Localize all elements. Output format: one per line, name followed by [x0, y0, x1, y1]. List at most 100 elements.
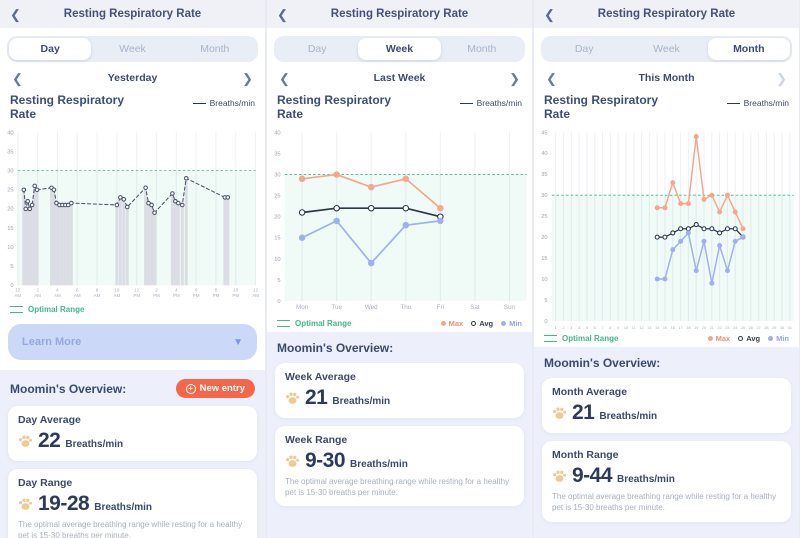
svg-text:28: 28	[764, 326, 768, 330]
tab-day[interactable]: Day	[276, 38, 358, 60]
svg-text:35: 35	[274, 151, 280, 157]
svg-text:15: 15	[663, 326, 667, 330]
legend-max: Max	[441, 319, 464, 328]
line-swatch-icon	[193, 103, 206, 104]
panel-month: ❮ Resting Respiratory Rate Day Week Mont…	[534, 0, 799, 538]
svg-text:13: 13	[647, 326, 651, 330]
prev-period-icon[interactable]: ❮	[279, 72, 290, 85]
chart-legend-row: Optimal Range Max Avg Min	[267, 318, 532, 332]
page-title: Resting Respiratory Rate	[267, 8, 532, 20]
svg-text:AM: AM	[94, 293, 101, 298]
legend-min: Min	[501, 319, 522, 328]
back-icon[interactable]: ❮	[277, 8, 288, 21]
tab-month[interactable]: Month	[441, 38, 523, 60]
svg-text:10: 10	[7, 245, 13, 251]
svg-text:18: 18	[686, 326, 690, 330]
svg-text:27: 27	[757, 326, 761, 330]
svg-text:30: 30	[780, 326, 784, 330]
week-chart: 0510152025303540MonTueWedThuFriSatSun	[267, 124, 532, 318]
tab-day[interactable]: Day	[543, 38, 625, 60]
min-dot-icon	[501, 321, 506, 326]
chevron-down-icon: ▼	[233, 337, 243, 348]
svg-text:40: 40	[274, 130, 280, 136]
max-dot-icon	[708, 336, 713, 341]
avg-dot-icon	[738, 336, 743, 341]
svg-text:10: 10	[624, 326, 628, 330]
svg-text:25: 25	[274, 194, 280, 200]
tab-week[interactable]: Week	[625, 38, 707, 60]
svg-text:35: 35	[541, 172, 547, 178]
learn-more-button[interactable]: Learn More ▼	[8, 324, 257, 360]
learn-more-wrap: Learn More ▼	[0, 318, 265, 370]
chart-title: Resting Respiratory Rate	[544, 94, 664, 122]
svg-text:6: 6	[594, 326, 596, 330]
svg-text:24: 24	[733, 326, 737, 330]
optimal-range-icon	[277, 320, 290, 327]
svg-text:19: 19	[694, 326, 698, 330]
svg-text:30: 30	[541, 193, 547, 199]
svg-text:PM: PM	[153, 293, 160, 298]
back-icon[interactable]: ❮	[544, 8, 555, 21]
svg-text:22: 22	[718, 326, 722, 330]
svg-text:PM: PM	[232, 293, 239, 298]
svg-text:PM: PM	[193, 293, 200, 298]
month-chart: 0510152025303540451234567891011121314151…	[534, 124, 799, 333]
next-period-icon[interactable]: ❯	[242, 72, 253, 85]
unit-legend: Breaths/min	[460, 98, 522, 108]
overview-section: Moomin's Overview: Week Average 21 Breat…	[267, 332, 532, 538]
svg-text:2: 2	[562, 326, 564, 330]
svg-text:17: 17	[678, 326, 682, 330]
tab-day[interactable]: Day	[9, 38, 91, 60]
new-entry-button[interactable]: + New entry	[176, 379, 255, 398]
next-period-icon[interactable]: ❯	[776, 72, 787, 85]
panel-week: ❮ Resting Respiratory Rate Day Week Mont…	[267, 0, 532, 538]
panel-day: ❮ Resting Respiratory Rate Day Week Mont…	[0, 0, 265, 538]
min-dot-icon	[768, 336, 773, 341]
series-legend: Max Avg Min	[708, 334, 789, 343]
svg-text:45: 45	[541, 130, 547, 136]
month-range-card: Month Range 9-44 Breaths/min The optimal…	[542, 441, 791, 522]
day-range-card: Day Range 19-28 Breaths/min The optimal …	[8, 469, 257, 538]
svg-text:AM: AM	[14, 293, 21, 298]
svg-text:40: 40	[7, 130, 13, 136]
chart-legend-row: Optimal Range	[0, 304, 265, 318]
next-period-icon[interactable]: ❯	[509, 72, 520, 85]
svg-text:15: 15	[541, 256, 547, 262]
back-icon[interactable]: ❮	[10, 8, 21, 21]
svg-text:PM: PM	[133, 293, 140, 298]
tab-week[interactable]: Week	[358, 38, 440, 60]
optimal-range-legend: Optimal Range	[544, 334, 618, 343]
legend-avg: Avg	[738, 334, 760, 343]
legend-avg: Avg	[471, 319, 493, 328]
period-navigator: ❮ Yesterday ❯	[0, 66, 265, 90]
svg-text:26: 26	[749, 326, 753, 330]
optimal-range-note: The optimal average breathing range whil…	[285, 477, 514, 499]
period-label: This Month	[557, 72, 776, 84]
svg-text:20: 20	[541, 235, 547, 241]
svg-text:20: 20	[274, 215, 280, 221]
svg-text:20: 20	[7, 207, 13, 213]
app-header: ❮ Resting Respiratory Rate	[534, 0, 799, 28]
svg-text:21: 21	[710, 326, 714, 330]
tab-month[interactable]: Month	[708, 38, 790, 60]
tab-week[interactable]: Week	[91, 38, 173, 60]
prev-period-icon[interactable]: ❮	[12, 72, 23, 85]
paw-icon	[285, 454, 300, 468]
period-label: Yesterday	[23, 72, 242, 84]
svg-text:4: 4	[578, 326, 580, 330]
svg-text:0: 0	[544, 319, 547, 325]
svg-text:Tue: Tue	[331, 304, 342, 311]
svg-text:25: 25	[7, 188, 13, 194]
prev-period-icon[interactable]: ❮	[546, 72, 557, 85]
svg-text:14: 14	[655, 326, 659, 330]
svg-text:15: 15	[7, 226, 13, 232]
paw-icon	[18, 434, 33, 448]
paw-icon	[552, 406, 567, 420]
svg-text:Mon: Mon	[296, 304, 309, 311]
period-label: Last Week	[290, 72, 509, 84]
tab-month[interactable]: Month	[174, 38, 256, 60]
svg-text:40: 40	[541, 151, 547, 157]
chart-header: Resting Respiratory Rate Breaths/min	[0, 90, 265, 124]
optimal-range-note: The optimal average breathing range whil…	[552, 492, 781, 514]
day-chart: 051015202530354012AM2AM4AM6AM8AM10AM12PM…	[0, 124, 265, 304]
